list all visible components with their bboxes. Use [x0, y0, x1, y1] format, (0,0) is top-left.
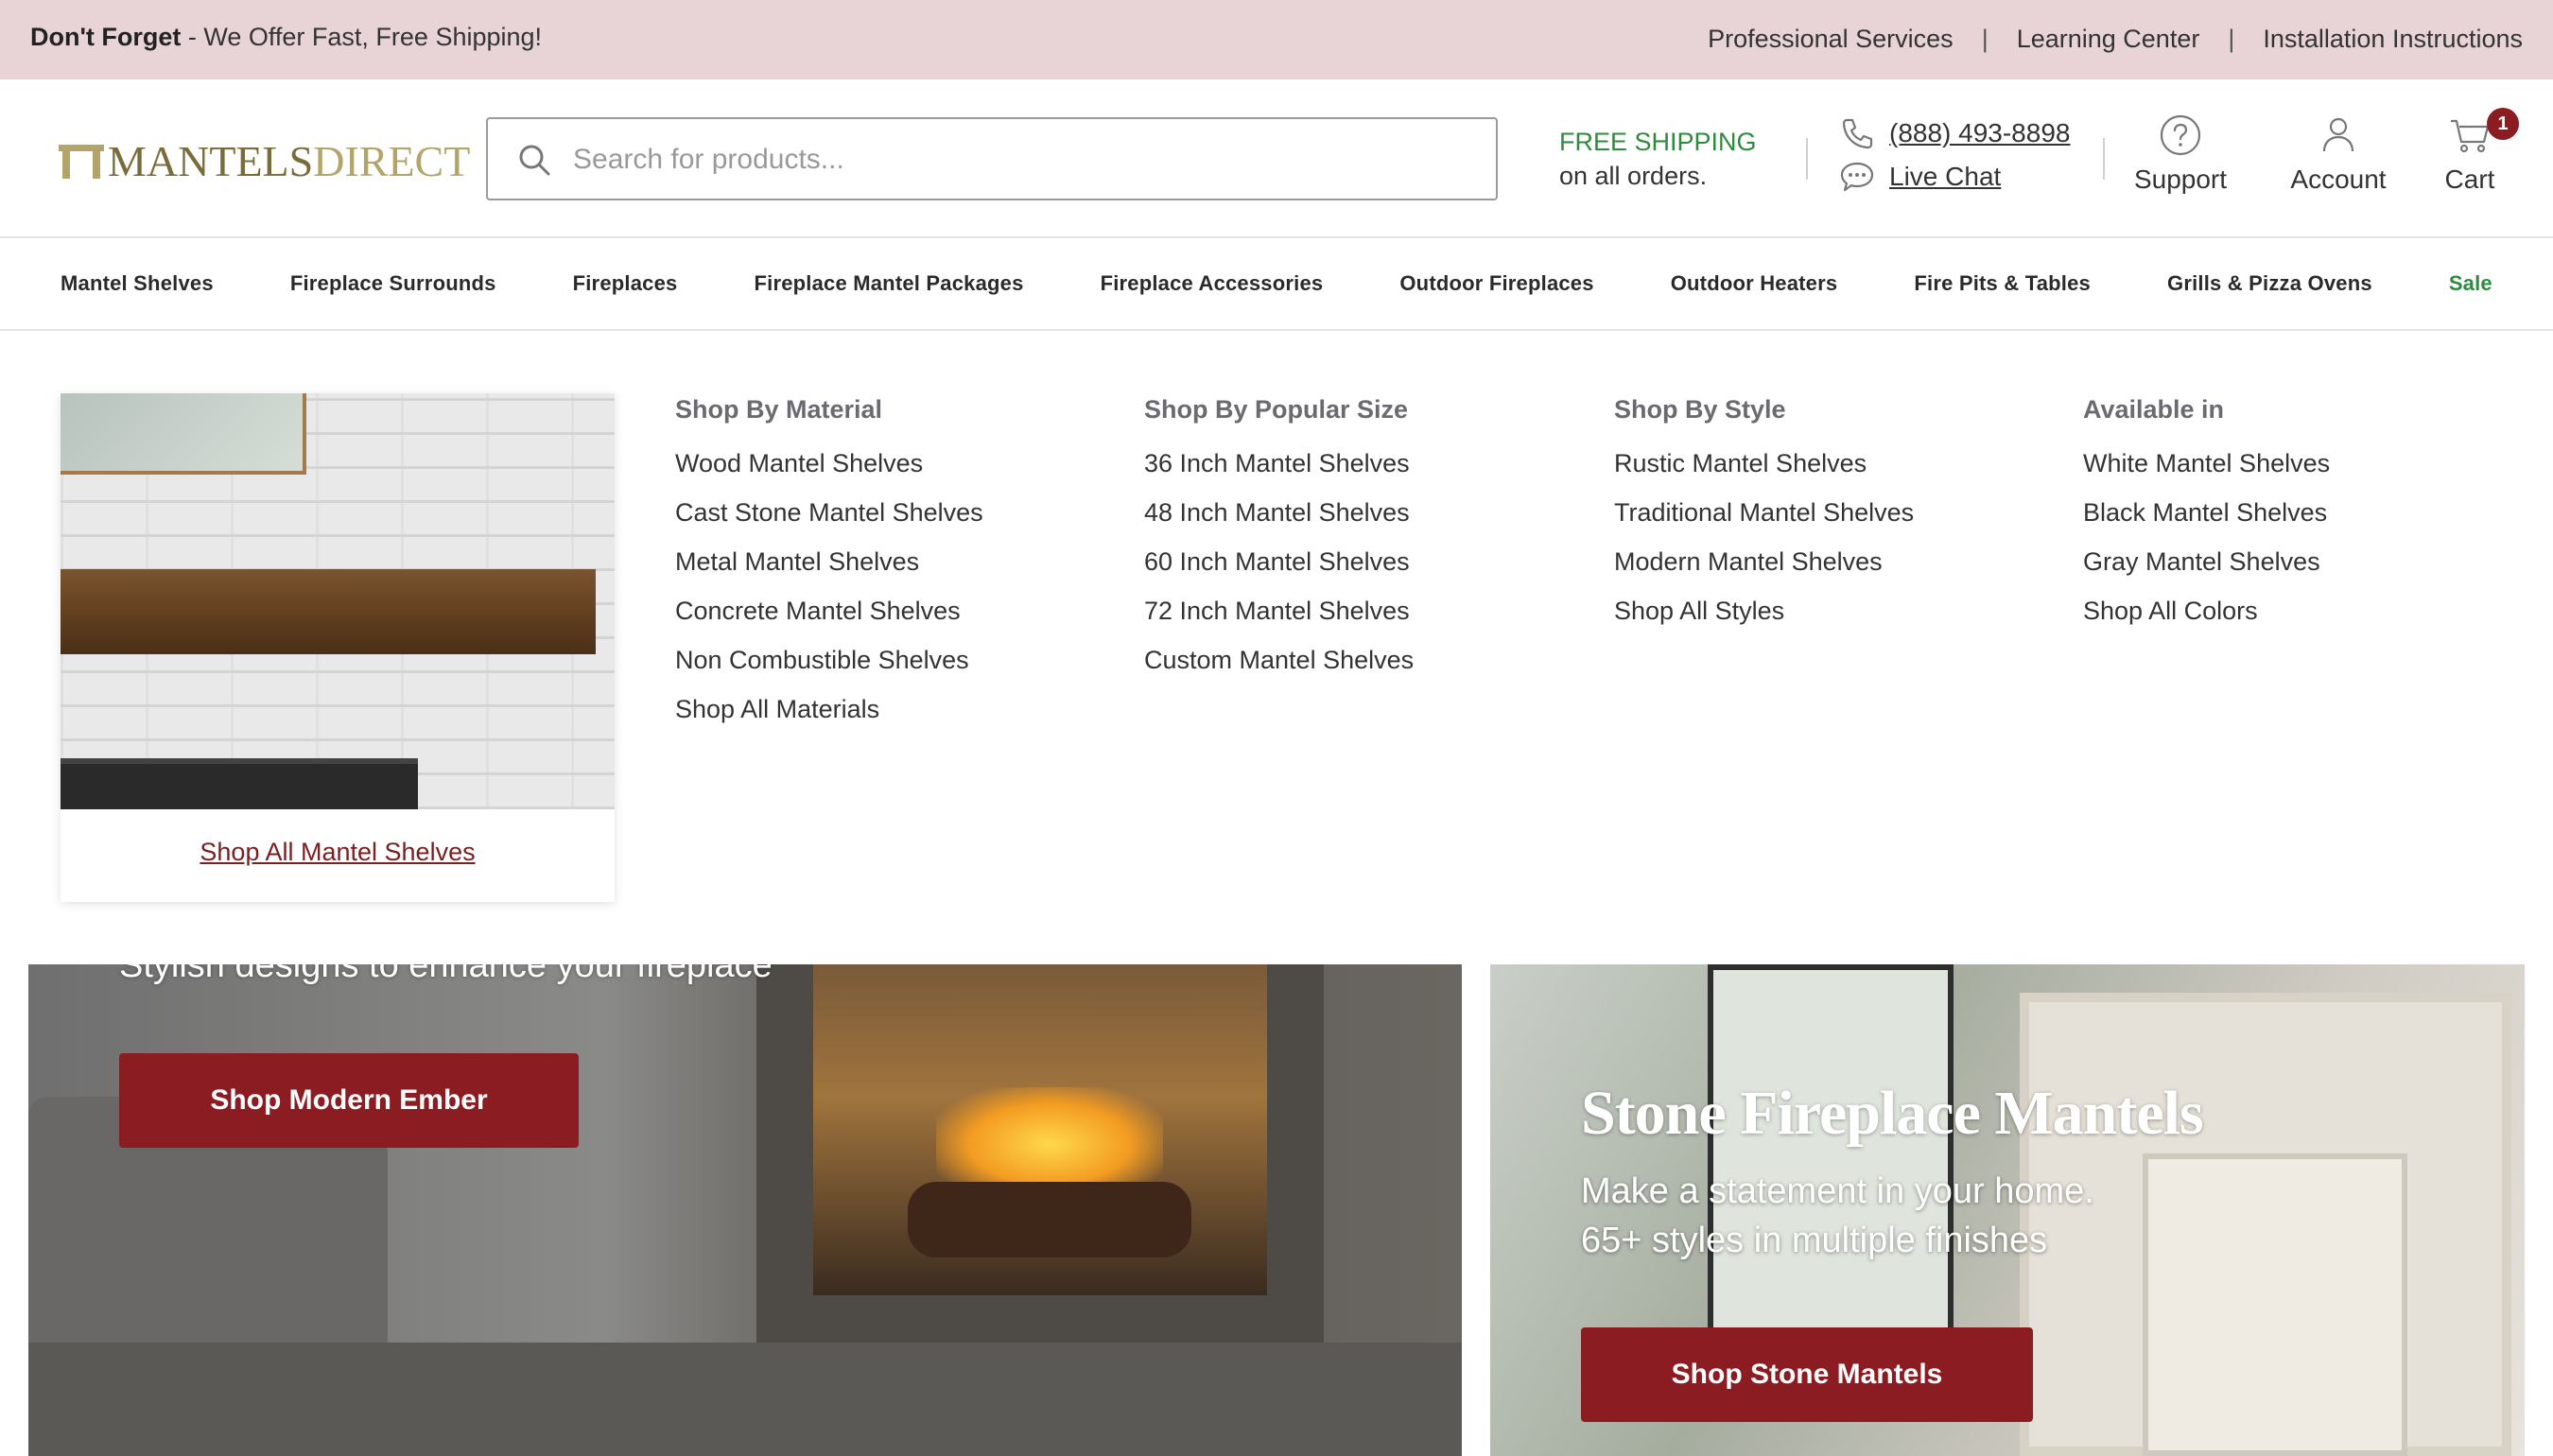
promo-message: Don't Forget - We Offer Fast, Free Shipp…: [30, 23, 542, 52]
menu-link[interactable]: Shop All Styles: [1614, 586, 1914, 635]
menu-link[interactable]: Black Mantel Shelves: [2083, 488, 2330, 537]
menu-link[interactable]: Rustic Mantel Shelves: [1614, 439, 1914, 488]
menu-link[interactable]: 48 Inch Mantel Shelves: [1144, 488, 1414, 537]
link-learning-center[interactable]: Learning Center: [2017, 25, 2200, 54]
menu-column-size: Shop By Popular Size 36 Inch Mantel Shel…: [1144, 393, 1414, 685]
chat-row: Live Chat: [1838, 155, 2070, 199]
menu-link[interactable]: Wood Mantel Shelves: [675, 439, 983, 488]
header-divider: [1806, 138, 1808, 180]
nav-sale[interactable]: Sale: [2449, 271, 2492, 296]
live-chat-link[interactable]: Live Chat: [1889, 162, 2001, 192]
nav-fireplace-surrounds[interactable]: Fireplace Surrounds: [290, 271, 496, 296]
menu-link[interactable]: Custom Mantel Shelves: [1144, 635, 1414, 685]
menu-link[interactable]: Concrete Mantel Shelves: [675, 586, 983, 635]
nav-outdoor-fireplaces[interactable]: Outdoor Fireplaces: [1399, 271, 1593, 296]
site-header: MANTELSDIRECT FREE SHIPPING on all order…: [0, 79, 2553, 238]
menu-link[interactable]: Modern Mantel Shelves: [1614, 537, 1914, 586]
mantel-shelf-promo-image: [61, 393, 615, 809]
hero-banner-stone-mantels: Stone Fireplace Mantels Make a statement…: [1490, 964, 2525, 1456]
nav-fireplace-accessories[interactable]: Fireplace Accessories: [1101, 271, 1324, 296]
menu-link[interactable]: Cast Stone Mantel Shelves: [675, 488, 983, 537]
hero-right-subtitle-line1: Make a statement in your home.: [1581, 1171, 2094, 1211]
menu-link[interactable]: 36 Inch Mantel Shelves: [1144, 439, 1414, 488]
column-heading: Shop By Style: [1614, 395, 1786, 424]
link-professional-services[interactable]: Professional Services: [1708, 25, 1954, 54]
menu-link[interactable]: Gray Mantel Shelves: [2083, 537, 2330, 586]
nav-mantel-shelves[interactable]: Mantel Shelves: [61, 271, 214, 296]
hero-banner-modern-ember: Stylish designs to enhance your fireplac…: [28, 964, 1462, 1456]
site-logo[interactable]: MANTELSDIRECT: [59, 136, 470, 186]
cart-count-badge: 1: [2487, 108, 2519, 140]
hero-floor-image: [28, 1343, 1462, 1456]
mantel-shelves-megamenu: Shop All Mantel Shelves Shop By Material…: [0, 331, 2553, 945]
hero-logs-image: [908, 1182, 1191, 1257]
logo-text-mantels: MANTELS: [108, 137, 314, 185]
account-label: Account: [2290, 165, 2387, 194]
nav-fireplace-mantel-packages[interactable]: Fireplace Mantel Packages: [755, 271, 1024, 296]
link-installation-instructions[interactable]: Installation Instructions: [2263, 25, 2523, 54]
menu-column-material: Shop By Material Wood Mantel Shelves Cas…: [675, 393, 983, 734]
menu-link[interactable]: Traditional Mantel Shelves: [1614, 488, 1914, 537]
cart-icon: [2451, 119, 2490, 153]
help-circle-icon: [2160, 114, 2201, 156]
utility-links: Professional Services | Learning Center …: [1708, 25, 2523, 54]
search-box: [486, 117, 1498, 200]
hero-window-image: [1708, 964, 1954, 1361]
support-button[interactable]: Support: [2133, 113, 2228, 195]
promo-bar: Don't Forget - We Offer Fast, Free Shipp…: [0, 0, 2553, 79]
divider: |: [2228, 25, 2235, 53]
nav-fire-pits-tables[interactable]: Fire Pits & Tables: [1914, 271, 2091, 296]
column-heading: Shop By Popular Size: [1144, 395, 1409, 424]
menu-column-color: Available in White Mantel Shelves Black …: [2083, 393, 2330, 635]
account-button[interactable]: Account: [2286, 113, 2390, 195]
nav-fireplaces[interactable]: Fireplaces: [573, 271, 678, 296]
main-navigation: Mantel Shelves Fireplace Surrounds Firep…: [0, 238, 2553, 331]
menu-link[interactable]: Shop All Materials: [675, 685, 983, 734]
free-shipping-subtext: on all orders.: [1559, 162, 1708, 190]
hero-left-subtitle: Stylish designs to enhance your fireplac…: [119, 964, 773, 985]
shop-all-mantel-shelves-link[interactable]: Shop All Mantel Shelves: [61, 838, 615, 867]
search-icon[interactable]: [518, 144, 550, 176]
nav-grills-pizza-ovens[interactable]: Grills & Pizza Ovens: [2167, 271, 2372, 296]
fireplace-insert-image: [61, 758, 418, 809]
nav-outdoor-heaters[interactable]: Outdoor Heaters: [1671, 271, 1838, 296]
column-heading: Available in: [2083, 395, 2225, 424]
hero-firebox-opening-image: [2143, 1153, 2407, 1456]
hero-right-title: Stone Fireplace Mantels: [1581, 1079, 2204, 1148]
free-shipping-notice: FREE SHIPPING on all orders.: [1559, 125, 1757, 193]
phone-row: (888) 493-8898: [1838, 112, 2070, 155]
menu-column-style: Shop By Style Rustic Mantel Shelves Trad…: [1614, 393, 1914, 635]
menu-link[interactable]: Non Combustible Shelves: [675, 635, 983, 685]
megamenu-promo-card[interactable]: Shop All Mantel Shelves: [61, 393, 615, 902]
header-divider: [2103, 138, 2105, 180]
logo-text-direct: DIRECT: [313, 137, 471, 185]
menu-link[interactable]: 72 Inch Mantel Shelves: [1144, 586, 1414, 635]
promo-bold-text: Don't Forget: [30, 23, 182, 51]
hero-right-subtitle: Make a statement in your home. 65+ style…: [1581, 1167, 2094, 1265]
phone-link[interactable]: (888) 493-8898: [1889, 118, 2070, 148]
promo-text: - We Offer Fast, Free Shipping!: [181, 23, 543, 51]
column-heading: Shop By Material: [675, 395, 883, 424]
chat-bubble-icon: [1840, 162, 1874, 192]
wall-art-image: [61, 393, 306, 475]
shop-stone-mantels-button[interactable]: Shop Stone Mantels: [1581, 1327, 2033, 1422]
wood-shelf-image: [61, 569, 596, 654]
free-shipping-heading: FREE SHIPPING: [1559, 128, 1757, 156]
phone-icon: [1842, 118, 1873, 149]
menu-link[interactable]: 60 Inch Mantel Shelves: [1144, 537, 1414, 586]
user-icon: [2322, 117, 2354, 152]
mantel-logo-icon: [59, 144, 104, 179]
cart-button[interactable]: Cart 1: [2440, 108, 2519, 195]
logo-wordmark: MANTELSDIRECT: [108, 136, 470, 186]
support-label: Support: [2133, 165, 2228, 194]
search-input[interactable]: [573, 136, 1471, 183]
contact-block: (888) 493-8898 Live Chat: [1838, 112, 2070, 199]
shop-modern-ember-button[interactable]: Shop Modern Ember: [119, 1053, 579, 1148]
hero-right-subtitle-line2: 65+ styles in multiple finishes: [1581, 1221, 2048, 1260]
menu-link[interactable]: Shop All Colors: [2083, 586, 2330, 635]
cart-label: Cart: [2444, 165, 2495, 194]
menu-link[interactable]: Metal Mantel Shelves: [675, 537, 983, 586]
divider: |: [1981, 25, 1989, 53]
menu-link[interactable]: White Mantel Shelves: [2083, 439, 2330, 488]
